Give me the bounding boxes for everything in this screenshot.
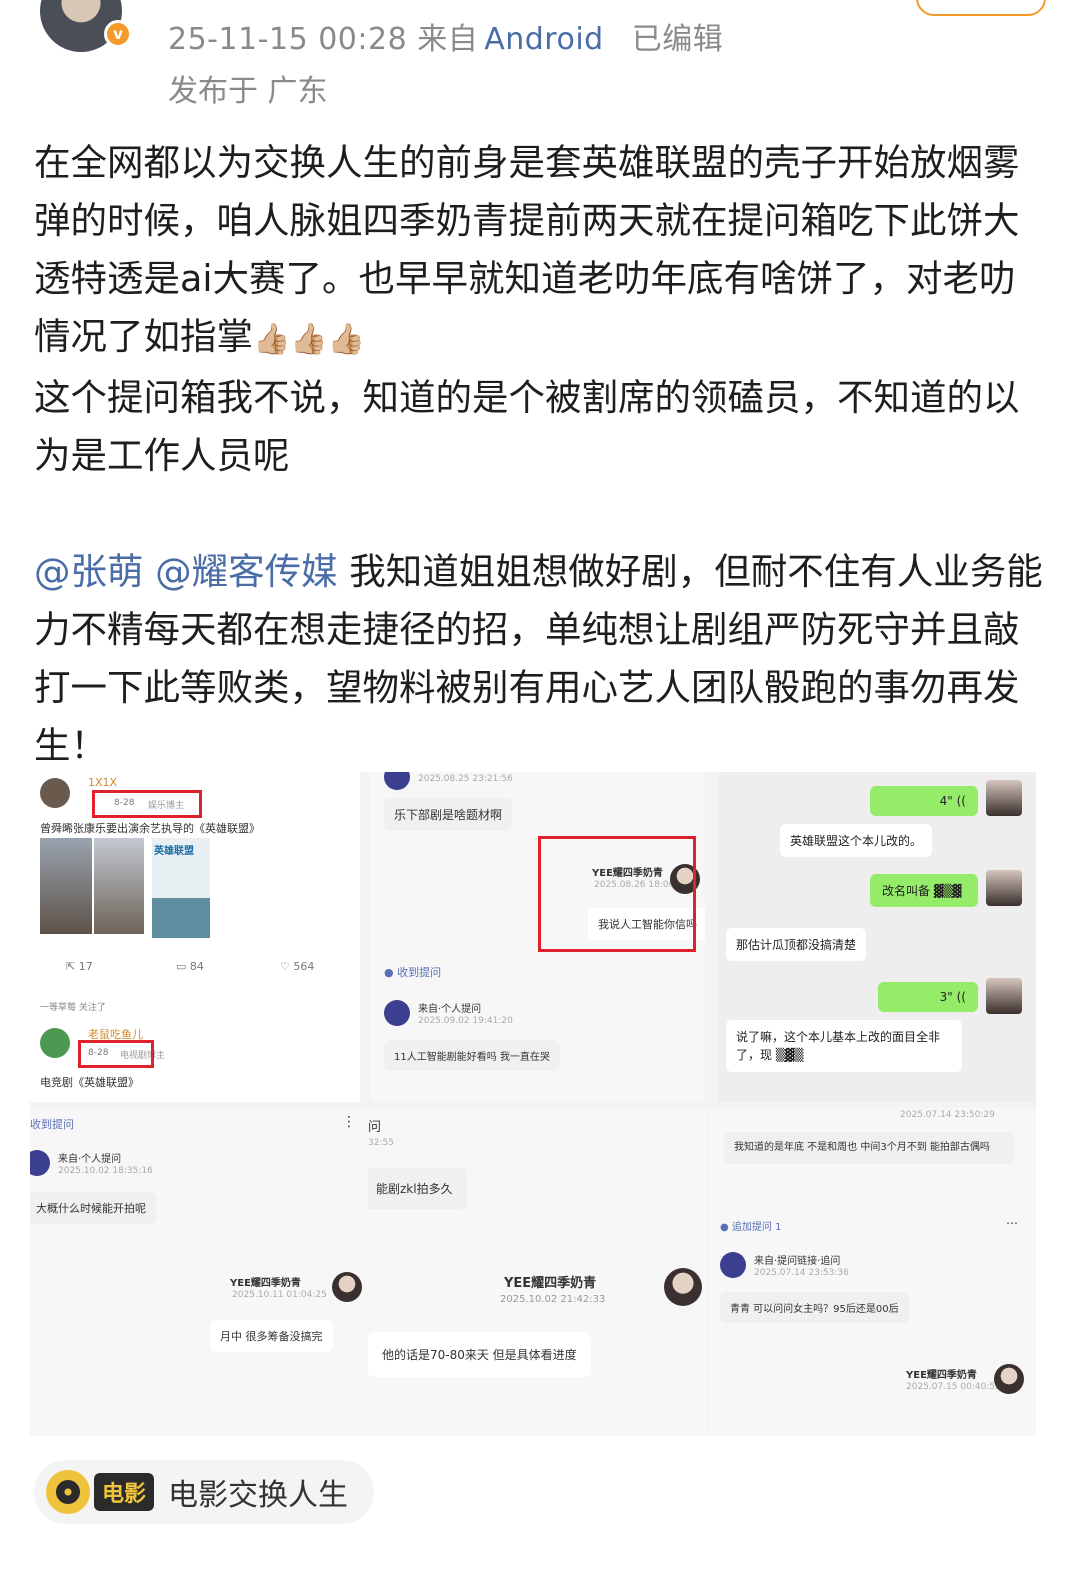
screenshot-wechat-chat: 4" (( 英雄联盟这个本儿改的。 改名叫备 ▓▒▓ 那估计瓜顶都没搞清楚 3"… (718, 772, 1036, 1102)
post-meta: 25-11-15 00:28 来自 Android 已编辑 (168, 14, 723, 58)
question-source: 来自·个人提问 (58, 1154, 122, 1165)
timestamp: 2025.08.25 23:21:56 (418, 774, 513, 784)
avatar (986, 870, 1022, 906)
avatar (40, 778, 70, 808)
screenshot-question-box-4: 2025.07.14 23:50:29 我知道的是年底 不是和周也 中间3个月不… (710, 1108, 1036, 1436)
question-source: 来自·个人提问 (418, 1004, 482, 1015)
timestamp: 32:55 (368, 1138, 394, 1148)
tab-header: 问 (368, 1120, 382, 1135)
avatar (332, 1272, 362, 1302)
answer-bubble: 他的话是70-80来天 但是具体看进度 (368, 1332, 591, 1377)
answer-name: YEE耀四季奶青 (906, 1370, 977, 1381)
edited-label[interactable]: 已编辑 (632, 22, 724, 57)
more-icon[interactable]: ⋯ (1006, 1216, 1018, 1230)
post-paragraph-2: 这个提问箱我不说，知道的是个被割席的领磕员，不知道的以为是工作人员呢 (34, 376, 1020, 477)
avatar (986, 780, 1022, 816)
post-location: 发布于 广东 (168, 74, 328, 109)
follow-note: 一等草莓 关注了 (40, 1003, 106, 1013)
screenshot-question-box-2: 收到提问 ⋮ 来自·个人提问 2025.10.02 18:35:16 大概什么时… (30, 1108, 368, 1436)
timestamp: 2025.07.15 00:40:52 (906, 1382, 1001, 1392)
timestamp: 2025.07.14 23:50:29 (900, 1110, 995, 1120)
chat-message: 说了嘛，这个本儿基本上改的面目全非了，现 ▒▓▒ (726, 1020, 962, 1072)
received-label: 收到提问 (30, 1118, 74, 1131)
post-time: 25-11-15 00:28 (168, 22, 408, 57)
share-count: ⇱ 17 (66, 960, 93, 973)
highlight-box (92, 790, 202, 818)
avatar (664, 1268, 702, 1306)
screenshot-weibo-post-2: 一等草莓 关注了 老鼠吃鱼儿 8-28 电视剧博主 电竞剧《英雄联盟》 (30, 986, 360, 1102)
followup-label: ● 追加提问 1 (720, 1222, 782, 1233)
question-bubble: 青青 可以问问女主吗？95后还是00后 (720, 1292, 909, 1323)
timestamp: 2025.10.02 18:35:16 (58, 1166, 153, 1176)
movie-topic-tag[interactable]: 电影 电影交换人生 (34, 1460, 375, 1524)
film-reel-icon (46, 1470, 90, 1514)
question-bubble: 11人工智能剧能好看吗 我一直在哭 (384, 1040, 560, 1071)
mention-link[interactable]: @张萌 (34, 550, 144, 593)
avatar (720, 1252, 746, 1278)
avatar (994, 1364, 1024, 1394)
question-bubble: 大概什么时候能开拍呢 (30, 1192, 156, 1224)
verified-badge-icon: v (104, 20, 132, 48)
timestamp: 2025.10.02 21:42:33 (500, 1294, 606, 1305)
highlight-box (78, 1040, 154, 1068)
avatar (40, 1028, 70, 1058)
answer-bubble: 月中 很多筹备没搞完 (210, 1320, 333, 1352)
post-body: 在全网都以为交换人生的前身是套英雄联盟的壳子开始放烟雾弹的时候，咱人脉姐四季奶青… (34, 134, 1044, 775)
source-link[interactable]: Android (484, 22, 604, 57)
avatar (384, 1000, 410, 1026)
movie-name: 电影交换人生 (168, 1478, 349, 1513)
question-bubble: 能剧zkl拍多久 (368, 1168, 467, 1209)
screenshot-question-box-3: 问 32:55 能剧zkl拍多久 YEE耀四季奶青 2025.10.02 21:… (368, 1108, 708, 1436)
question-bubble: 乐下部剧是啥题材啊 (384, 798, 513, 831)
timestamp: 2025.07.14 23:53:36 (754, 1268, 849, 1278)
question-source: 来自·提问链接·追问 (754, 1256, 841, 1267)
like-count: ♡ 564 (280, 960, 315, 973)
actor-photo (94, 838, 144, 934)
answer-name: YEE耀四季奶青 (504, 1276, 597, 1291)
timestamp: 2025.10.11 01:04:25 (232, 1290, 327, 1300)
post-text: 电竞剧《英雄联盟》 (40, 1076, 139, 1089)
chat-message: 英雄联盟这个本儿改的。 (780, 824, 933, 857)
answer-name: YEE耀四季奶青 (230, 1278, 301, 1289)
post-text: 曾舜晞张康乐要出演余艺执导的《英雄联盟》 (40, 822, 260, 835)
screenshot-weibo-post-1: 1X1X 8-28 娱乐博主 曾舜晞张康乐要出演余艺执导的《英雄联盟》 英雄联盟… (30, 772, 360, 986)
mention-link[interactable]: @耀客传媒 (155, 550, 338, 593)
follow-button[interactable] (916, 0, 1046, 16)
avatar (384, 772, 410, 790)
movie-chip: 电影 (94, 1473, 155, 1511)
highlight-box (538, 836, 696, 952)
post-paragraph-1: 在全网都以为交换人生的前身是套英雄联盟的壳子开始放烟雾弹的时候，咱人脉姐四季奶青… (34, 141, 1020, 358)
voice-message: 4" (( (870, 786, 978, 816)
voice-message: 3" (( (878, 982, 978, 1012)
more-icon[interactable]: ⋮ (342, 1114, 356, 1130)
post-image-collage[interactable]: 1X1X 8-28 娱乐博主 曾舜晞张康乐要出演余艺执导的《英雄联盟》 英雄联盟… (30, 772, 1036, 1436)
actor-photo (40, 838, 92, 934)
question-bubble: 我知道的是年底 不是和周也 中间3个月不到 能拍部古偶吗 (724, 1132, 1014, 1164)
thumbs-up-icon: 👍🏼👍🏼👍🏼 (253, 322, 366, 357)
timestamp: 2025.09.02 19:41:20 (418, 1016, 513, 1026)
comment-count: ▭ 84 (176, 960, 204, 973)
avatar (986, 978, 1022, 1014)
chat-message: 那估计瓜顶都没搞清楚 (726, 928, 867, 961)
username: 1X1X (88, 776, 118, 789)
avatar (30, 1150, 50, 1176)
received-label: ● 收到提问 (384, 966, 442, 979)
chat-message: 改名叫备 ▓▒▓ (870, 874, 978, 907)
source-prefix: 来自 (417, 22, 479, 57)
poster-title: 英雄联盟 (154, 846, 194, 857)
screenshot-question-box-1: 2025.08.25 23:21:56 乐下部剧是啥题材啊 YEE耀四季奶青 2… (370, 772, 705, 1102)
